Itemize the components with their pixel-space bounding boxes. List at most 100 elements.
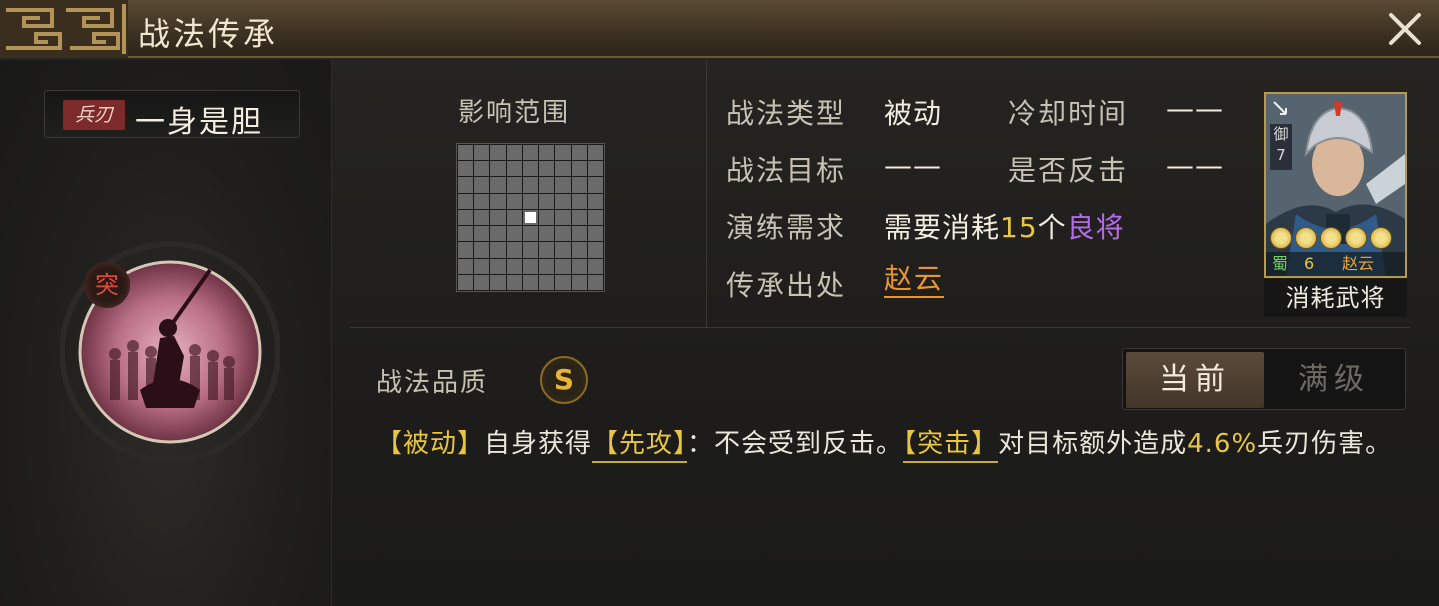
range-cell (555, 193, 571, 209)
range-cell (587, 242, 603, 258)
range-cell (571, 226, 587, 242)
skill-inheritance-window: 战法传承 兵刃 一身是胆 突 影响范围 战法类型 被动 冷却时间 —— 战法目标… (0, 0, 1439, 606)
cooldown-label: 冷却时间 (1008, 97, 1129, 130)
consume-general-label: 消耗武将 (1264, 279, 1407, 317)
origin-label: 传承出处 (726, 269, 847, 302)
range-cell (458, 274, 474, 290)
general-info-bar: 蜀 6 赵云 (1266, 252, 1405, 276)
range-cell (539, 226, 555, 242)
general-troop-badge: 御7 (1270, 124, 1292, 170)
range-cell (474, 258, 490, 274)
range-cell (555, 145, 571, 161)
troop-type-char: 御 (1273, 125, 1289, 143)
range-cell (490, 258, 506, 274)
range-cell (490, 274, 506, 290)
range-cell (539, 258, 555, 274)
range-cell (490, 193, 506, 209)
range-cell (522, 193, 539, 209)
range-cell (474, 274, 490, 290)
range-cell (522, 145, 539, 161)
range-cell (587, 145, 603, 161)
range-center-cell (522, 209, 539, 226)
tab-current[interactable]: 当前 (1126, 352, 1264, 408)
range-cell (458, 161, 474, 177)
range-cell (458, 258, 474, 274)
range-cell (587, 209, 603, 226)
divider (350, 327, 1410, 328)
title-bar: 战法传承 (0, 0, 1439, 58)
skill-type-label: 战法类型 (726, 97, 847, 130)
desc-text: ：不会受到反击。 (687, 429, 904, 459)
range-cell (587, 193, 603, 209)
skill-type-value: 被动 (884, 97, 943, 130)
range-cell (522, 177, 539, 193)
range-cell (539, 274, 555, 290)
range-cell (587, 258, 603, 274)
star-icon (1320, 227, 1342, 249)
range-cell (458, 226, 474, 242)
range-cell (506, 258, 522, 274)
counter-label: 是否反击 (1008, 154, 1129, 187)
close-icon[interactable] (1384, 8, 1426, 50)
desc-passive-tag: 【被动】 (376, 429, 485, 459)
range-cell (506, 177, 522, 193)
star-icon (1270, 227, 1292, 249)
skill-name-box: 兵刃 一身是胆 (44, 90, 300, 140)
range-cell (522, 258, 539, 274)
range-cell (474, 193, 490, 209)
range-cell (506, 193, 522, 209)
general-card[interactable]: 御7 蜀 6 赵云 (1264, 92, 1407, 278)
general-cost: 6 (1304, 254, 1315, 273)
range-cell (474, 209, 490, 226)
skill-name: 一身是胆 (135, 105, 263, 140)
range-cell (555, 274, 571, 290)
range-cell (571, 209, 587, 226)
range-cell (522, 242, 539, 258)
range-cell (587, 226, 603, 242)
general-stars (1270, 227, 1402, 249)
quality-label: 战法品质 (376, 368, 489, 398)
desc-keyword-first-strike[interactable]: 【先攻】 (592, 429, 688, 463)
quality-grade-badge: S (540, 356, 588, 404)
range-cell (474, 226, 490, 242)
skill-target-value: —— (884, 149, 942, 182)
drill-count: 15 (1000, 211, 1038, 244)
range-cell (506, 226, 522, 242)
drill-grade: 良将 (1066, 211, 1125, 244)
range-cell (555, 258, 571, 274)
tab-max-level[interactable]: 满级 (1265, 352, 1403, 408)
range-cell (571, 177, 587, 193)
range-cell (506, 161, 522, 177)
range-cell (555, 177, 571, 193)
origin-general-link[interactable]: 赵云 (884, 262, 945, 298)
desc-text: 对目标额外造成 (998, 429, 1188, 459)
range-cell (474, 177, 490, 193)
skill-type-badge: 突 (84, 262, 130, 308)
general-faction: 蜀 (1272, 254, 1289, 273)
range-cell (539, 145, 555, 161)
range-cell (490, 161, 506, 177)
range-cell (571, 258, 587, 274)
range-cell (571, 193, 587, 209)
range-label: 影响范围 (458, 98, 571, 128)
desc-text: 自身获得 (484, 429, 593, 459)
range-cell (458, 242, 474, 258)
range-cell (571, 161, 587, 177)
desc-damage-percent: 4.6% (1187, 429, 1258, 459)
range-cell (539, 193, 555, 209)
range-cell (539, 177, 555, 193)
range-cell (458, 193, 474, 209)
range-cell (571, 145, 587, 161)
troop-arrow-icon (1273, 101, 1287, 115)
range-cell (474, 242, 490, 258)
range-cell (458, 209, 474, 226)
range-cell (474, 161, 490, 177)
general-name: 赵云 (1342, 254, 1375, 273)
counter-value: —— (1166, 149, 1224, 182)
range-cell (506, 209, 522, 226)
title-ornament-icon (0, 0, 128, 58)
window-title: 战法传承 (138, 15, 279, 53)
desc-keyword-assault[interactable]: 【突击】 (903, 429, 999, 463)
range-cell (587, 177, 603, 193)
range-cell (587, 274, 603, 290)
